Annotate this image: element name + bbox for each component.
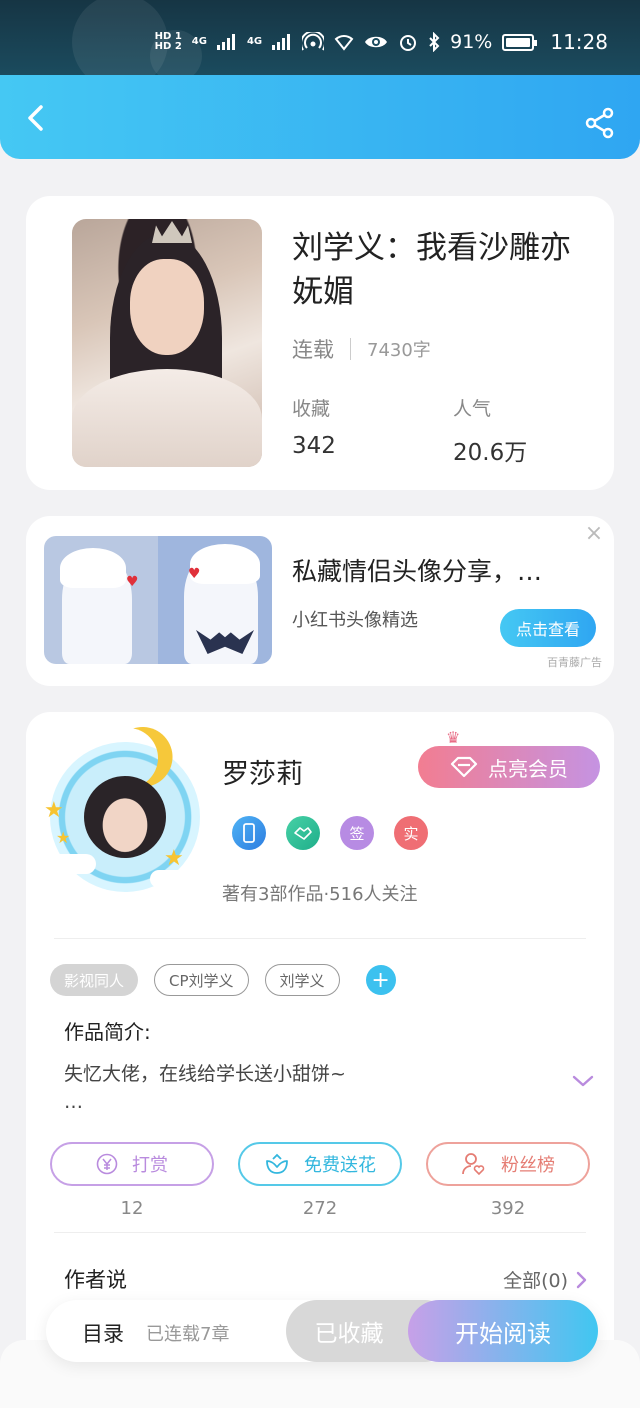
divider <box>54 938 586 939</box>
view-all-link[interactable]: 全部(0) <box>503 1266 588 1293</box>
favorites-stat: 收藏 342 <box>292 394 336 459</box>
add-tag-button[interactable]: + <box>365 965 396 995</box>
handshake-badge-icon[interactable] <box>286 816 320 850</box>
yen-coin-icon <box>96 1153 118 1175</box>
reward-count: 12 <box>120 1198 144 1219</box>
author-says-heading: 作者说 <box>64 1268 127 1292</box>
popularity-stat: 人气 20.6万 <box>453 394 527 467</box>
hd-indicator: HD 1 HD 2 <box>154 31 182 52</box>
bluetooth-icon <box>429 32 440 52</box>
eye-icon <box>365 36 388 48</box>
book-meta: 连载 7430字 <box>292 334 431 364</box>
author-name[interactable]: 罗莎莉 <box>222 752 303 791</box>
cloud-decor <box>36 854 96 874</box>
network-type-2: 4G <box>246 36 263 47</box>
ad-source-label: 百青藤广告 <box>547 656 602 669</box>
serial-status: 连载 <box>292 338 334 362</box>
alarm-icon <box>400 35 417 51</box>
crown-icon: ♛ <box>446 728 461 747</box>
chevron-right-icon <box>576 1271 587 1288</box>
intro-ellipsis: … <box>64 1091 83 1113</box>
action-buttons: 打赏 12 免费送花 272 粉丝榜 392 <box>50 1142 590 1219</box>
diamond-icon <box>450 756 478 778</box>
tag-chip[interactable]: 影视同人 <box>50 964 139 996</box>
user-heart-icon <box>462 1153 485 1176</box>
word-count: 7430字 <box>367 340 431 361</box>
view-all-label: 全部(0) <box>503 1270 568 1292</box>
chapter-count: 已连载7章 <box>146 1324 230 1345</box>
clock: 11:28 <box>550 30 608 54</box>
heart-icon: ♥ <box>126 574 139 590</box>
phone-badge-icon[interactable] <box>232 816 266 850</box>
tag-chip[interactable]: 刘学义 <box>264 964 340 996</box>
flower-icon <box>266 1153 288 1174</box>
hotspot-icon <box>302 32 325 51</box>
tag-chip[interactable]: CP刘学义 <box>154 964 249 996</box>
chevron-down-icon[interactable] <box>572 1074 594 1088</box>
favorites-label: 收藏 <box>292 398 331 420</box>
meta-divider <box>350 338 351 360</box>
fan-ranking-button[interactable]: 粉丝榜 <box>426 1142 590 1186</box>
book-cover-image[interactable] <box>72 219 262 467</box>
start-reading-button[interactable]: 开始阅读 <box>408 1300 598 1362</box>
author-avatar-frame[interactable]: ★ ★ ★ <box>36 742 206 892</box>
author-badges: 签 实 <box>232 816 428 850</box>
battery-percent: 91% <box>450 31 493 53</box>
ad-title[interactable]: 私藏情侣头像分享，… <box>292 552 542 588</box>
popularity-label: 人气 <box>453 398 492 420</box>
ad-image[interactable]: ♥ ♥ <box>44 536 272 664</box>
ad-subtitle: 小红书头像精选 <box>292 610 418 631</box>
star-icon: ★ <box>44 798 64 823</box>
intro-body: 失忆大佬，在线给学长送小甜饼~ <box>64 1063 346 1085</box>
reward-button[interactable]: 打赏 <box>50 1142 214 1186</box>
status-bar: HD 1 HD 2 4G 4G 91% 11:28 <box>0 0 640 75</box>
reward-label: 打赏 <box>132 1155 168 1176</box>
vip-button-label: 点亮会员 <box>488 756 568 781</box>
vip-button[interactable]: 点亮会员 <box>418 746 600 788</box>
signal-icon <box>216 34 235 50</box>
intro-heading: 作品简介: <box>64 1020 151 1044</box>
close-icon[interactable]: × <box>584 523 604 545</box>
divider <box>54 1232 586 1233</box>
verified-badge[interactable]: 实 <box>394 816 428 850</box>
chevron-left-icon[interactable] <box>20 101 54 135</box>
popularity-value: 20.6万 <box>453 440 528 466</box>
avatar[interactable] <box>84 776 166 858</box>
reward-action: 打赏 12 <box>50 1142 214 1219</box>
signal-icon <box>272 34 291 50</box>
send-flower-label: 免费送花 <box>304 1155 376 1176</box>
author-stats: 著有3部作品·516人关注 <box>222 884 418 905</box>
book-info-card: 刘学义：我看沙雕亦妩媚 连载 7430字 收藏 342 人气 20.6万 <box>26 196 614 490</box>
fan-ranking-label: 粉丝榜 <box>501 1155 555 1176</box>
intro-text: 失忆大佬，在线给学长送小甜饼~ … <box>64 1060 346 1116</box>
toc-button[interactable]: 目录 <box>82 1318 124 1348</box>
send-flower-button[interactable]: 免费送花 <box>238 1142 402 1186</box>
top-app-bar <box>0 75 640 159</box>
ad-view-button[interactable]: 点击查看 <box>500 609 596 647</box>
favorites-value: 342 <box>292 433 336 459</box>
book-title: 刘学义：我看沙雕亦妩媚 <box>292 230 571 310</box>
wifi-off-icon <box>334 35 354 51</box>
signed-badge[interactable]: 签 <box>340 816 374 850</box>
cloud-decor <box>150 870 206 888</box>
status-icons: HD 1 HD 2 4G 4G 91% 11:28 <box>155 30 608 54</box>
flower-count: 272 <box>302 1198 338 1219</box>
fan-count: 392 <box>490 1198 526 1219</box>
star-icon: ★ <box>56 828 71 847</box>
network-type-1: 4G <box>191 36 207 47</box>
collected-label: 已收藏 <box>314 1321 384 1347</box>
battery-icon <box>502 33 538 51</box>
star-icon: ★ <box>164 846 184 871</box>
ad-card[interactable]: ♥ ♥ 私藏情侣头像分享，… 小红书头像精选 点击查看 × 百青藤广告 <box>26 516 614 686</box>
share-icon[interactable] <box>584 107 616 139</box>
tag-list: 影视同人 CP刘学义 刘学义 + <box>50 964 396 996</box>
flower-action: 免费送花 272 <box>238 1142 402 1219</box>
fans-action: 粉丝榜 392 <box>426 1142 590 1219</box>
heart-icon: ♥ <box>188 566 201 582</box>
bottom-action-bar: 目录 已连载7章 已收藏 开始阅读 <box>46 1300 598 1362</box>
